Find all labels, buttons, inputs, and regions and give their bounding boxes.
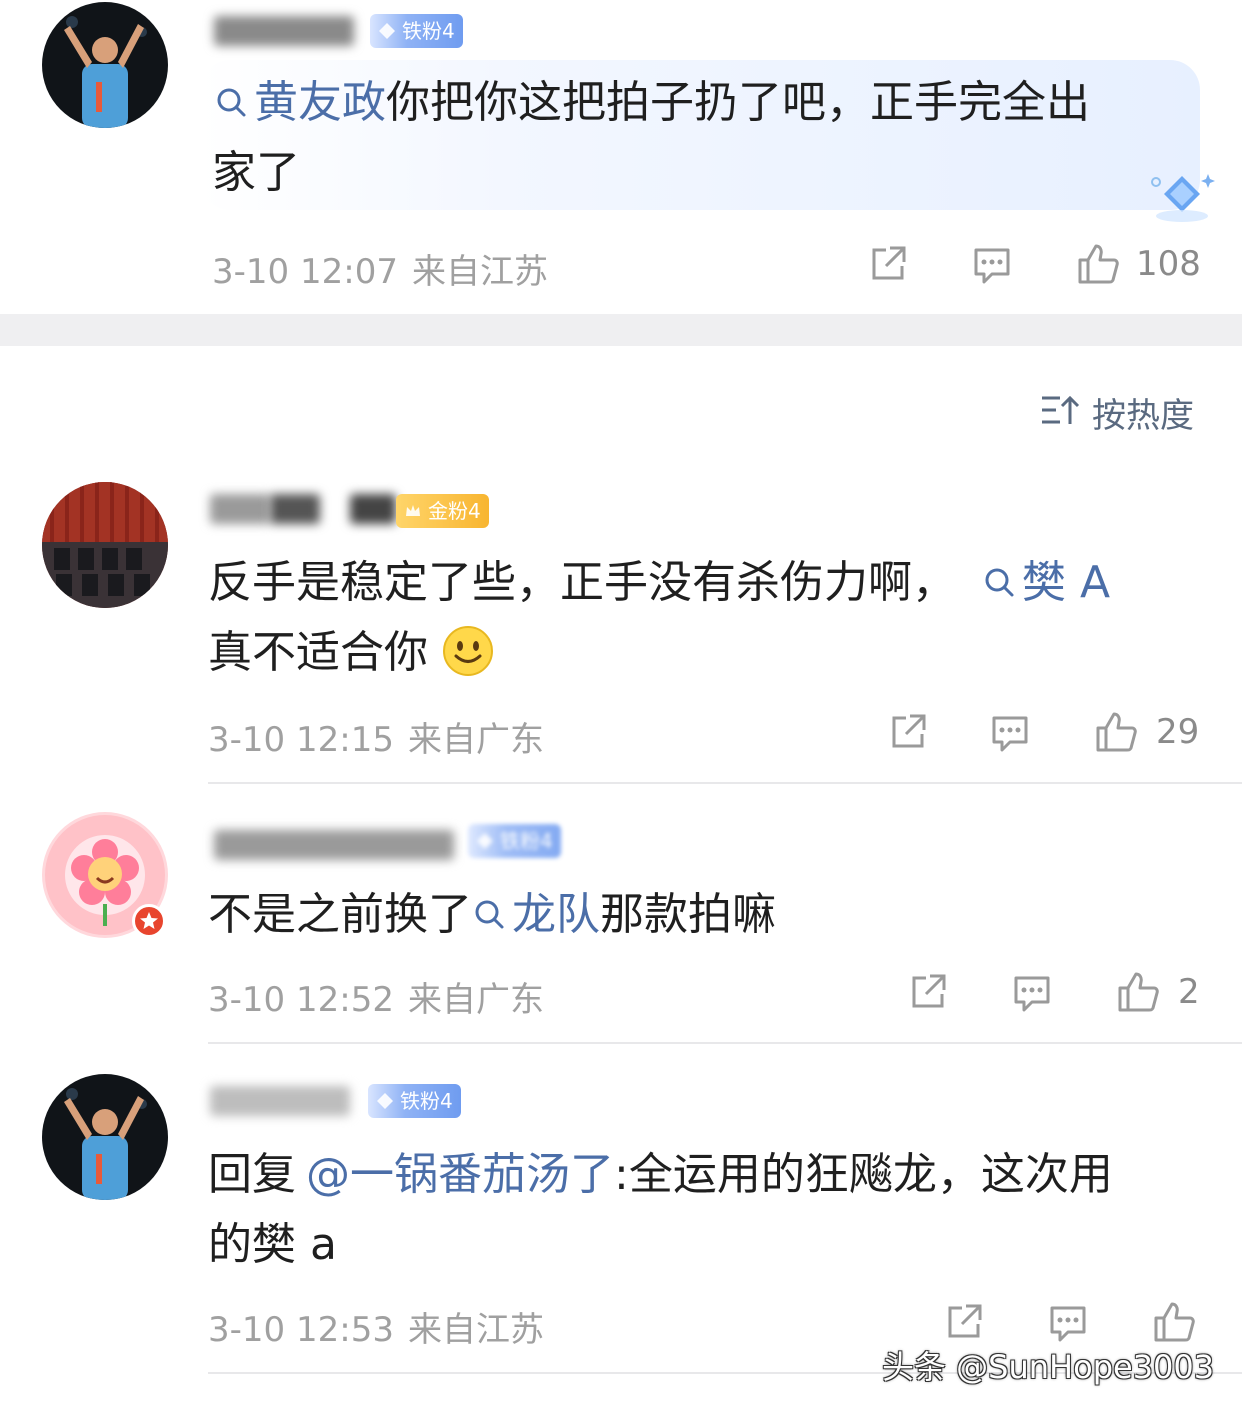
comment-text: 的樊 a bbox=[208, 1210, 337, 1280]
badge-label: 铁粉4 bbox=[402, 19, 455, 43]
watermark: 头条 @SunHope3003 bbox=[882, 1348, 1215, 1386]
topic-label: 樊 A bbox=[1022, 557, 1111, 608]
badge-label: 铁粉4 bbox=[500, 829, 553, 853]
fan-badge: 铁粉4 bbox=[468, 824, 561, 858]
comment-meta: 3-10 12:15 来自广东 bbox=[208, 712, 544, 761]
sort-label: 按热度 bbox=[1092, 396, 1194, 436]
location: 来自江苏 bbox=[411, 252, 548, 292]
fan-badge: 铁粉4 bbox=[370, 14, 463, 48]
like-count: 29 bbox=[1156, 712, 1200, 752]
like-icon[interactable] bbox=[1152, 1300, 1196, 1344]
search-icon bbox=[985, 568, 1014, 597]
comment-text: 家了 bbox=[212, 138, 300, 208]
timestamp: 3-10 12:15 bbox=[208, 720, 394, 760]
diamond-icon bbox=[379, 23, 395, 39]
topic-link[interactable]: 樊 A bbox=[982, 557, 1110, 608]
comment-line: 家了 bbox=[212, 147, 300, 198]
avatar[interactable] bbox=[42, 482, 168, 608]
comment-line: 真不适合你 bbox=[208, 627, 428, 678]
comment-line: :全运用的狂飚龙，这次用 bbox=[614, 1149, 1113, 1200]
timestamp: 3-10 12:07 bbox=[212, 252, 398, 292]
comment-line: 不是之前换了 bbox=[208, 889, 472, 940]
avatar[interactable] bbox=[42, 2, 168, 128]
smile-emoji bbox=[443, 626, 493, 676]
reply-prefix: 回复 bbox=[208, 1149, 296, 1200]
comment-separator bbox=[208, 782, 1242, 784]
crown-icon bbox=[406, 505, 420, 516]
vip-badge-icon bbox=[132, 904, 166, 938]
topic-link[interactable]: 黄友政 bbox=[214, 77, 386, 128]
topic-label: 黄友政 bbox=[254, 77, 386, 128]
topic-label: 龙队 bbox=[512, 889, 600, 940]
share-icon[interactable] bbox=[942, 1300, 986, 1344]
comment-meta: 3-10 12:52 来自广东 bbox=[208, 972, 544, 1021]
share-icon[interactable] bbox=[906, 970, 950, 1014]
like-icon[interactable] bbox=[1094, 710, 1138, 754]
badge-label: 金粉4 bbox=[428, 499, 481, 523]
diamond-icon bbox=[377, 1093, 393, 1109]
comment-text: 黄友政你把你这把拍子扔了吧，正手完全出 bbox=[214, 68, 1090, 138]
comment-meta: 3-10 12:07 来自江苏 bbox=[212, 244, 548, 293]
reply-icon[interactable] bbox=[988, 710, 1032, 754]
like-icon[interactable] bbox=[1116, 970, 1160, 1014]
comment-line: 你把你这把拍子扔了吧，正手完全出 bbox=[386, 77, 1090, 128]
badge-label: 铁粉4 bbox=[400, 1089, 453, 1113]
search-icon bbox=[475, 900, 504, 929]
avatar[interactable] bbox=[42, 1074, 168, 1200]
topic-link[interactable]: 龙队 bbox=[472, 889, 600, 940]
search-icon bbox=[217, 88, 246, 117]
comment-text: 不是之前换了 龙队那款拍嘛 bbox=[208, 880, 776, 950]
fan-badge: 铁粉4 bbox=[368, 1084, 461, 1118]
comment-line: 的樊 a bbox=[208, 1219, 337, 1270]
comment-line: 那款拍嘛 bbox=[600, 889, 776, 940]
like-count: 108 bbox=[1136, 244, 1201, 284]
section-divider bbox=[0, 314, 1242, 346]
fan-badge: 金粉4 bbox=[396, 494, 489, 528]
share-icon[interactable] bbox=[886, 710, 930, 754]
comment-line: 反手是稳定了些，正手没有杀伤力啊， bbox=[208, 557, 956, 608]
username[interactable] bbox=[214, 822, 464, 866]
reply-icon[interactable] bbox=[1010, 970, 1054, 1014]
timestamp: 3-10 12:52 bbox=[208, 980, 394, 1020]
like-icon[interactable] bbox=[1076, 242, 1120, 286]
username[interactable] bbox=[214, 8, 364, 52]
comment-meta: 3-10 12:53 来自江苏 bbox=[208, 1302, 544, 1351]
comment-text: 反手是稳定了些，正手没有杀伤力啊， 樊 A bbox=[208, 548, 1110, 618]
location: 来自广东 bbox=[407, 720, 544, 760]
mention-link[interactable]: @一锅番茄汤了 bbox=[306, 1149, 614, 1200]
location: 来自广东 bbox=[407, 980, 544, 1020]
reply-icon[interactable] bbox=[970, 242, 1014, 286]
share-icon[interactable] bbox=[866, 242, 910, 286]
comment-text: 回复 @一锅番茄汤了:全运用的狂飚龙，这次用 bbox=[208, 1140, 1113, 1210]
username[interactable] bbox=[210, 1078, 360, 1122]
location: 来自江苏 bbox=[407, 1310, 544, 1350]
comment-text: 真不适合你 bbox=[208, 618, 494, 688]
sort-icon bbox=[1042, 395, 1080, 424]
diamond-icon bbox=[1151, 174, 1215, 222]
diamond-icon bbox=[477, 833, 493, 849]
username[interactable] bbox=[210, 486, 396, 530]
comment-separator bbox=[208, 1042, 1242, 1044]
reply-icon[interactable] bbox=[1046, 1300, 1090, 1344]
timestamp: 3-10 12:53 bbox=[208, 1310, 394, 1350]
like-count: 2 bbox=[1178, 972, 1200, 1012]
